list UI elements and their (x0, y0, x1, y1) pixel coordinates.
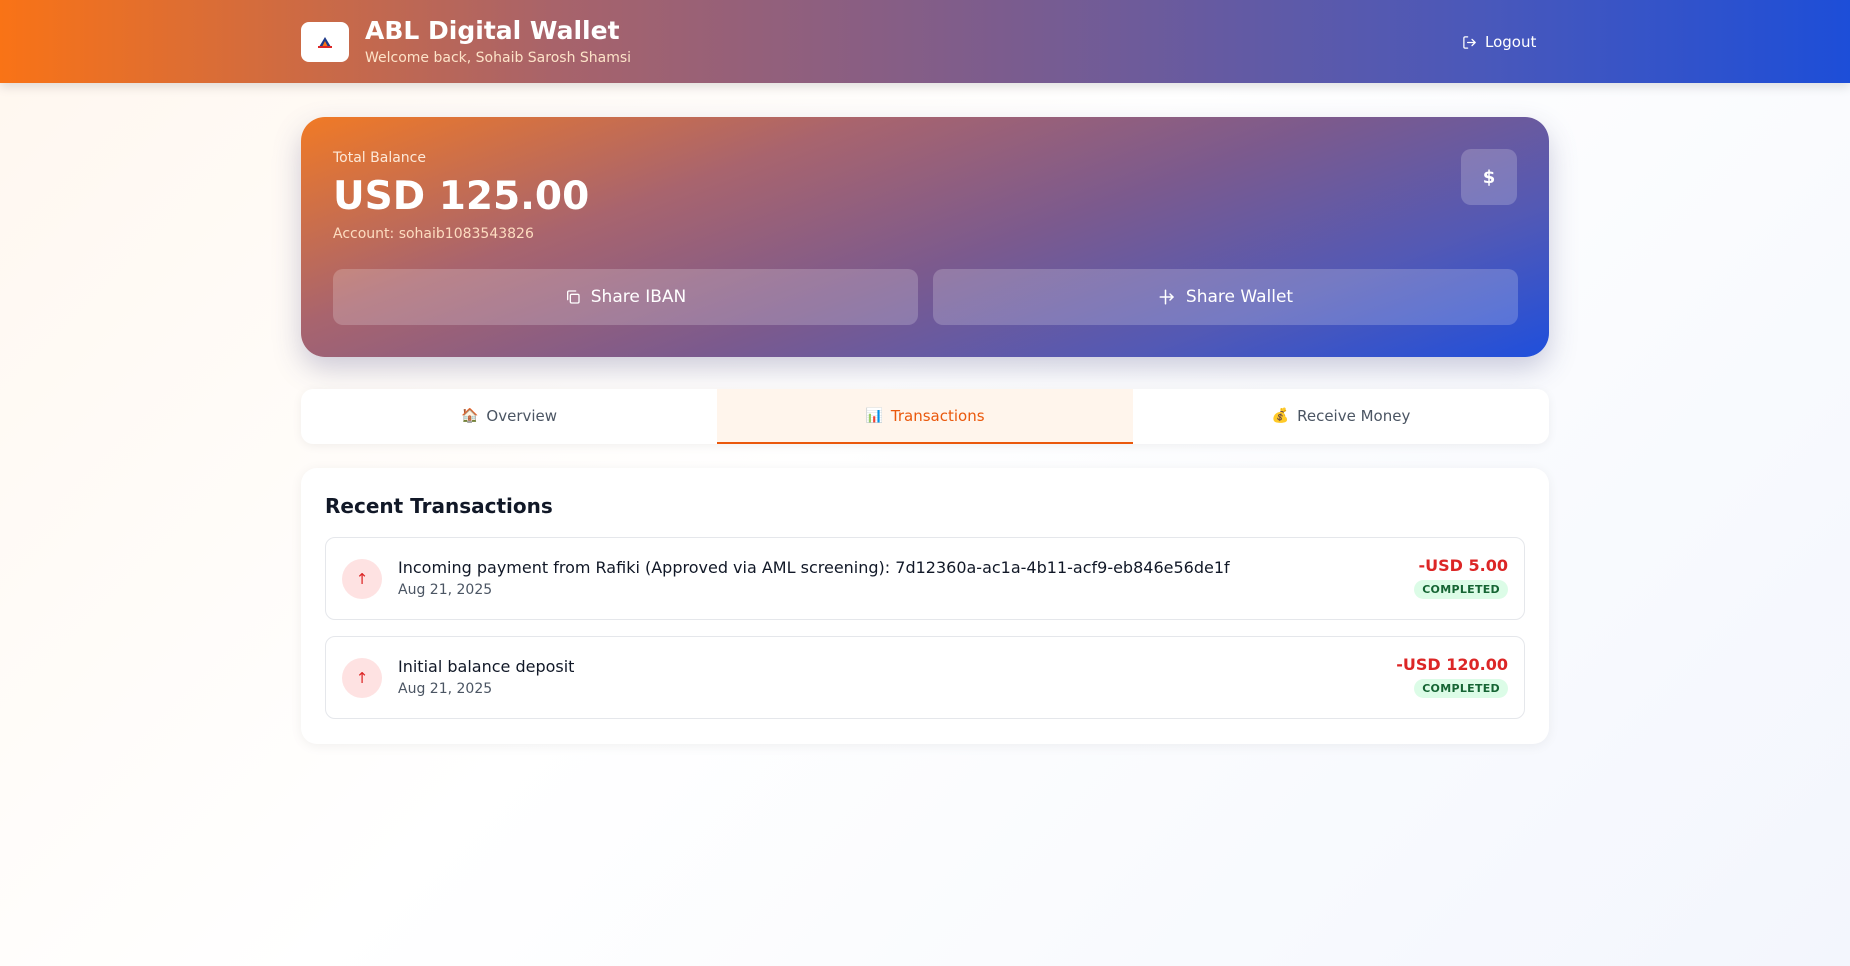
tab-receive-money-label: Receive Money (1297, 406, 1411, 425)
balance-label: Total Balance (333, 150, 426, 166)
tab-overview-label: Overview (486, 406, 558, 425)
share-wallet-button[interactable]: Share Wallet (933, 269, 1518, 325)
account-number: Account: sohaib1083543826 (333, 226, 534, 242)
transaction-amount: -USD 5.00 (1418, 556, 1508, 575)
welcome-message: Welcome back, Sohaib Sarosh Shamsi (365, 50, 632, 66)
logout-label: Logout (1485, 33, 1537, 51)
transaction-amount: -USD 120.00 (1396, 655, 1508, 674)
transaction-date: Aug 21, 2025 (398, 681, 493, 697)
logout-button[interactable]: Logout (1462, 30, 1536, 54)
money-bag-icon: 💰 (1271, 407, 1290, 424)
tab-bar: 🏠 Overview 📊 Transactions 💰 Receive Mone… (301, 389, 1549, 444)
transaction-date: Aug 21, 2025 (398, 582, 493, 598)
tab-overview[interactable]: 🏠 Overview (301, 389, 717, 444)
app-header: ABL Digital Wallet Welcome back, Sohaib … (0, 0, 1850, 83)
share-iban-button[interactable]: Share IBAN (333, 269, 918, 325)
transaction-description: Incoming payment from Rafiki (Approved v… (398, 558, 1230, 577)
tab-receive-money[interactable]: 💰 Receive Money (1133, 389, 1549, 444)
tab-transactions-label: Transactions (890, 406, 985, 425)
arrow-up-icon: ↑ (342, 658, 382, 698)
balance-card: Total Balance USD 125.00 Account: sohaib… (301, 117, 1549, 357)
section-heading: Recent Transactions (325, 494, 553, 518)
arrow-up-icon: ↑ (342, 559, 382, 599)
app-logo (301, 22, 349, 62)
logout-icon (1463, 35, 1476, 49)
abl-logo-icon (318, 37, 332, 48)
balance-amount: USD 125.00 (333, 174, 590, 219)
dollar-icon: $ (1482, 166, 1496, 188)
tab-transactions[interactable]: 📊 Transactions (717, 389, 1133, 444)
app-title: ABL Digital Wallet (365, 16, 620, 45)
recent-transactions-panel: Recent Transactions ↑ Incoming payment f… (301, 468, 1549, 744)
share-wallet-label: Share Wallet (1185, 287, 1294, 307)
currency-badge: $ (1461, 149, 1517, 205)
bar-chart-icon: 📊 (865, 407, 883, 424)
status-badge: COMPLETED (1414, 679, 1508, 698)
copy-icon (566, 290, 580, 304)
transaction-item[interactable]: ↑ Initial balance deposit Aug 21, 2025 -… (325, 636, 1525, 719)
transaction-description: Initial balance deposit (398, 657, 575, 676)
transaction-item[interactable]: ↑ Incoming payment from Rafiki (Approved… (325, 537, 1525, 620)
share-icon (1159, 289, 1174, 305)
status-badge: COMPLETED (1414, 580, 1508, 599)
share-iban-label: Share IBAN (590, 287, 687, 307)
house-icon: 🏠 (460, 407, 479, 424)
